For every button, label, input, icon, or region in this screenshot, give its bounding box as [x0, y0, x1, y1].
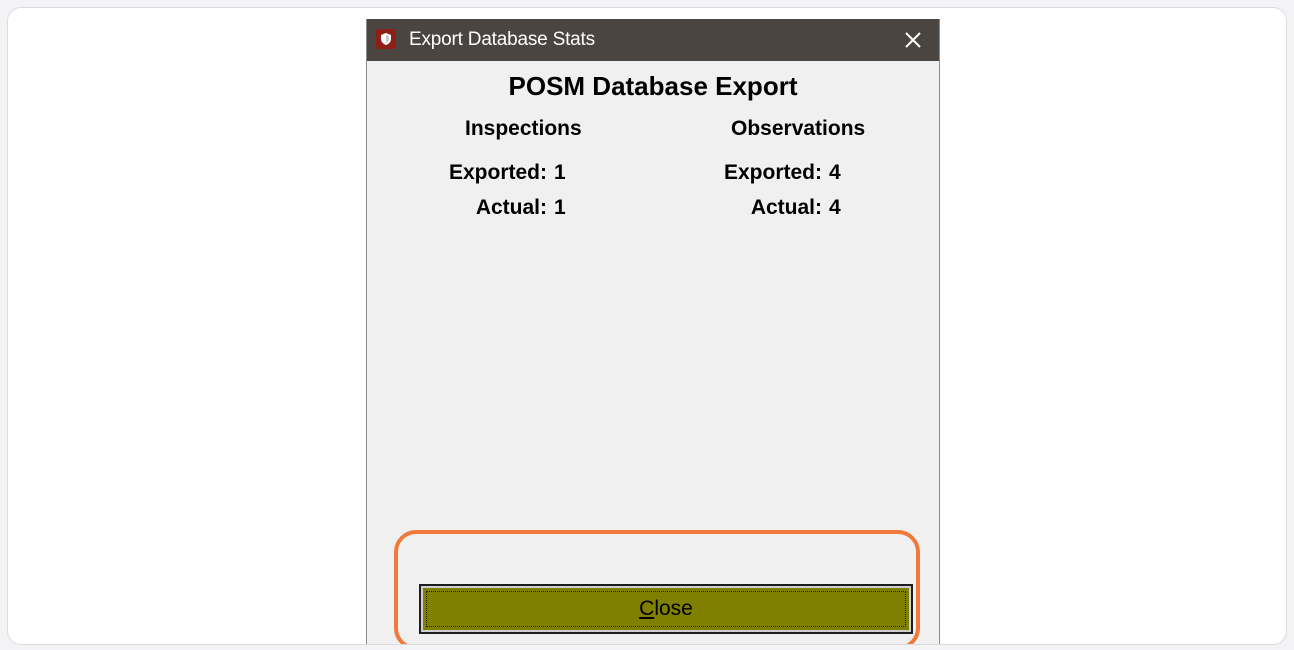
observations-exported-label: Exported: [723, 161, 822, 184]
observations-exported-value: 4 [829, 161, 841, 184]
window-title: Export Database Stats [409, 29, 595, 50]
inspections-actual-label: Actual: [475, 196, 547, 219]
inspections-exported-label: Exported: [448, 161, 547, 184]
observations-actual-value: 4 [829, 196, 841, 219]
dialog-heading: POSM Database Export [508, 71, 798, 101]
shield-icon [376, 29, 396, 49]
inspections-actual-value: 1 [554, 196, 566, 219]
inspections-exported-value: 1 [554, 161, 566, 184]
inspections-header: Inspections [465, 117, 582, 140]
title-bar: Export Database Stats [367, 19, 939, 61]
observations-actual-label: Actual: [750, 196, 822, 219]
screenshot-frame: Export Database Stats POSM Database Expo… [7, 7, 1287, 645]
click-highlight [394, 530, 920, 644]
close-icon[interactable] [895, 19, 931, 61]
observations-header: Observations [731, 117, 866, 140]
